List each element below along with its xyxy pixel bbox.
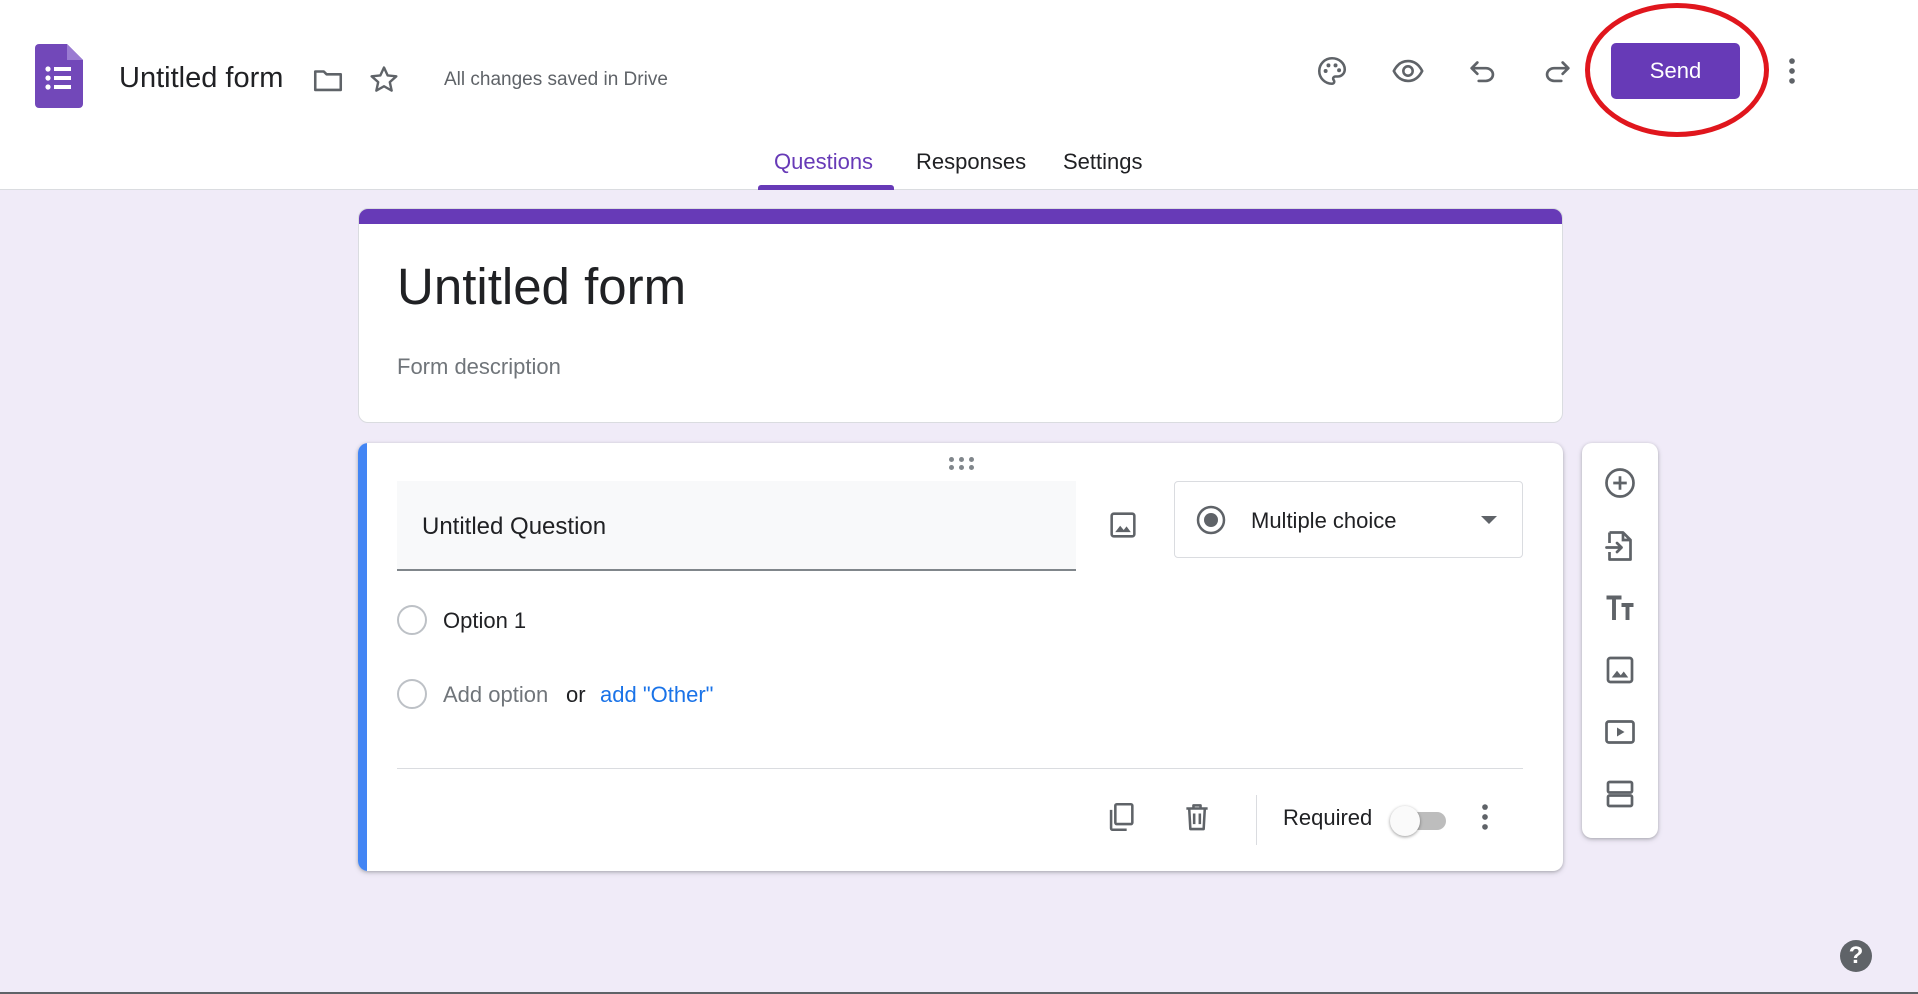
question-title-field[interactable]: Untitled Question <box>397 481 1076 571</box>
form-title-card[interactable]: Untitled form Form description <box>358 208 1563 423</box>
more-vert-icon[interactable] <box>1768 47 1816 95</box>
import-questions-icon[interactable] <box>1596 522 1644 570</box>
tab-questions[interactable]: Questions <box>774 149 873 175</box>
tab-responses[interactable]: Responses <box>916 149 1026 175</box>
undo-icon[interactable] <box>1459 47 1507 95</box>
add-video-icon[interactable] <box>1596 708 1644 756</box>
title-card-accent-bar <box>359 209 1562 224</box>
add-question-icon[interactable] <box>1596 459 1644 507</box>
question-title-text: Untitled Question <box>422 513 607 540</box>
question-type-dropdown[interactable]: Multiple choice <box>1174 481 1523 558</box>
redo-icon[interactable] <box>1533 47 1581 95</box>
side-toolbar <box>1582 443 1658 838</box>
question-more-icon[interactable] <box>1461 793 1509 841</box>
footer-divider <box>1256 795 1257 845</box>
required-label: Required <box>1283 805 1373 830</box>
google-forms-logo-icon[interactable] <box>35 44 83 108</box>
tab-settings[interactable]: Settings <box>1063 149 1143 175</box>
question-type-label: Multiple choice <box>1251 508 1397 533</box>
form-heading[interactable]: Untitled form <box>397 257 686 316</box>
add-option-row: Add option or add "Other" <box>397 675 997 715</box>
add-option-field[interactable]: Add option <box>443 682 548 708</box>
option-label[interactable]: Option 1 <box>443 608 526 634</box>
active-question-indicator <box>358 443 367 871</box>
folder-icon[interactable] <box>304 56 352 104</box>
add-section-icon[interactable] <box>1596 770 1644 818</box>
question-card[interactable]: Untitled Question Multiple choice Option… <box>358 443 1563 871</box>
duplicate-icon[interactable] <box>1097 793 1145 841</box>
or-text: or <box>566 682 586 707</box>
option-radio-icon <box>397 679 427 709</box>
dropdown-arrow-icon <box>1481 516 1497 524</box>
add-image-icon[interactable] <box>1596 646 1644 694</box>
add-question-image-icon[interactable] <box>1099 501 1147 549</box>
option-radio-icon <box>397 605 427 635</box>
form-description-field[interactable]: Form description <box>397 354 561 380</box>
palette-icon[interactable] <box>1308 47 1356 95</box>
required-toggle[interactable] <box>1390 803 1450 837</box>
add-title-icon[interactable] <box>1596 584 1644 632</box>
save-status: All changes saved in Drive <box>444 69 668 90</box>
active-tab-indicator <box>758 185 894 190</box>
card-divider <box>397 768 1523 769</box>
eye-icon[interactable] <box>1384 47 1432 95</box>
star-icon[interactable] <box>360 56 408 104</box>
radio-selected-icon <box>1196 505 1226 535</box>
option-row: Option 1 <box>397 601 997 641</box>
tab-bar: Questions Responses Settings <box>0 140 1918 190</box>
drag-handle-icon[interactable] <box>946 453 976 473</box>
delete-icon[interactable] <box>1173 793 1221 841</box>
form-title[interactable]: Untitled form <box>119 60 283 96</box>
add-other-link[interactable]: add "Other" <box>600 682 713 708</box>
app-header: Untitled form All changes saved in Drive… <box>0 0 1918 190</box>
send-button[interactable]: Send <box>1611 43 1740 99</box>
help-icon[interactable]: ? <box>1840 940 1872 972</box>
